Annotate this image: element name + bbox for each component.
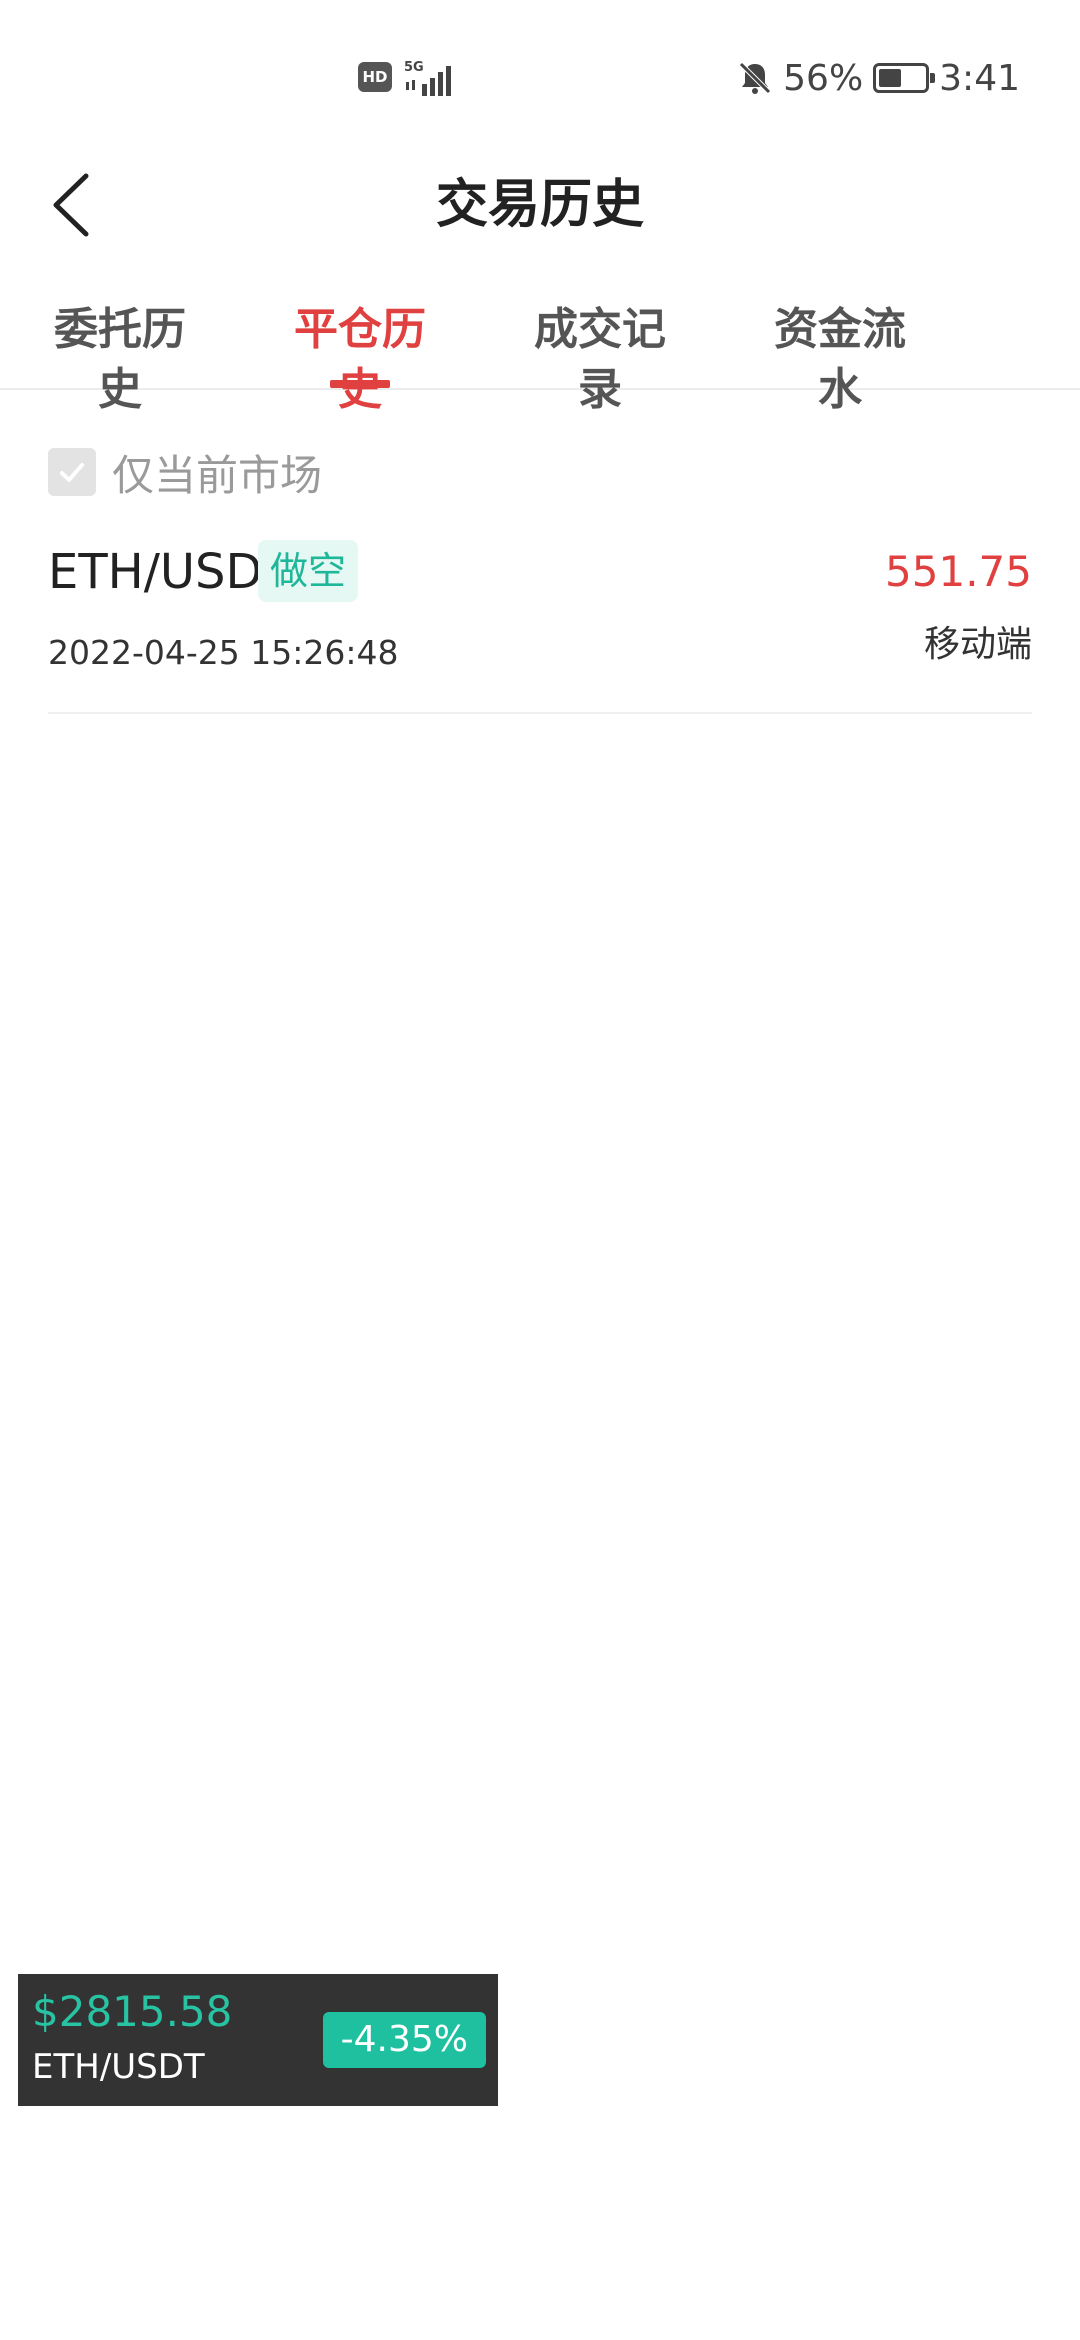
floating-ticker[interactable]: $2815.58 ETH/USDT -4.35% (18, 1974, 498, 2106)
status-right: 56% 3:41 (737, 56, 1020, 100)
tab-bar: 委托历史 平仓历史 成交记录 资金流水 (0, 290, 1080, 415)
status-bar: HD 5G 56% 3:41 (0, 0, 1080, 150)
battery-fill (879, 69, 902, 87)
tab-trade-records[interactable]: 成交记录 (516, 300, 684, 415)
tab-label: 平仓历史 (294, 304, 426, 415)
signal-icon: 5G (404, 60, 451, 96)
record-time: 2022-04-25 15:26:48 (48, 633, 399, 672)
ticker-change-badge: -4.35% (322, 2012, 486, 2068)
ticker-pair: ETH/USDT (32, 2047, 205, 2087)
bell-off-icon (739, 62, 771, 94)
network-label: 5G (404, 60, 424, 75)
record-symbol: ETH/USD (48, 544, 263, 600)
current-market-checkbox[interactable] (48, 448, 96, 496)
battery-percent: 56% (783, 57, 864, 99)
tab-order-history[interactable]: 委托历史 (36, 300, 204, 415)
tab-label: 资金流水 (774, 304, 906, 415)
tab-fund-flow[interactable]: 资金流水 (756, 300, 924, 415)
filter-label: 仅当前市场 (112, 450, 323, 500)
tab-active-indicator (330, 380, 390, 388)
page-title: 交易历史 (435, 175, 644, 235)
record-source: 移动端 (923, 624, 1032, 665)
tab-close-history[interactable]: 平仓历史 (276, 300, 444, 415)
current-market-filter[interactable]: 仅当前市场 (48, 440, 322, 504)
clock: 3:41 (939, 57, 1020, 99)
ticker-price: $2815.58 (32, 1987, 233, 2036)
tab-label: 委托历史 (54, 304, 186, 415)
record-pnl: 551.75 (885, 547, 1032, 596)
header: 交易历史 (0, 150, 1080, 260)
check-icon (60, 463, 84, 482)
side-badge: 做空 (258, 540, 359, 602)
list-item[interactable]: ETH/USD 做空 551.75 2022-04-25 15:26:48 移动… (48, 528, 1032, 714)
hd-icon: HD (358, 62, 392, 92)
tab-label: 成交记录 (534, 304, 666, 415)
battery-icon (873, 63, 936, 93)
